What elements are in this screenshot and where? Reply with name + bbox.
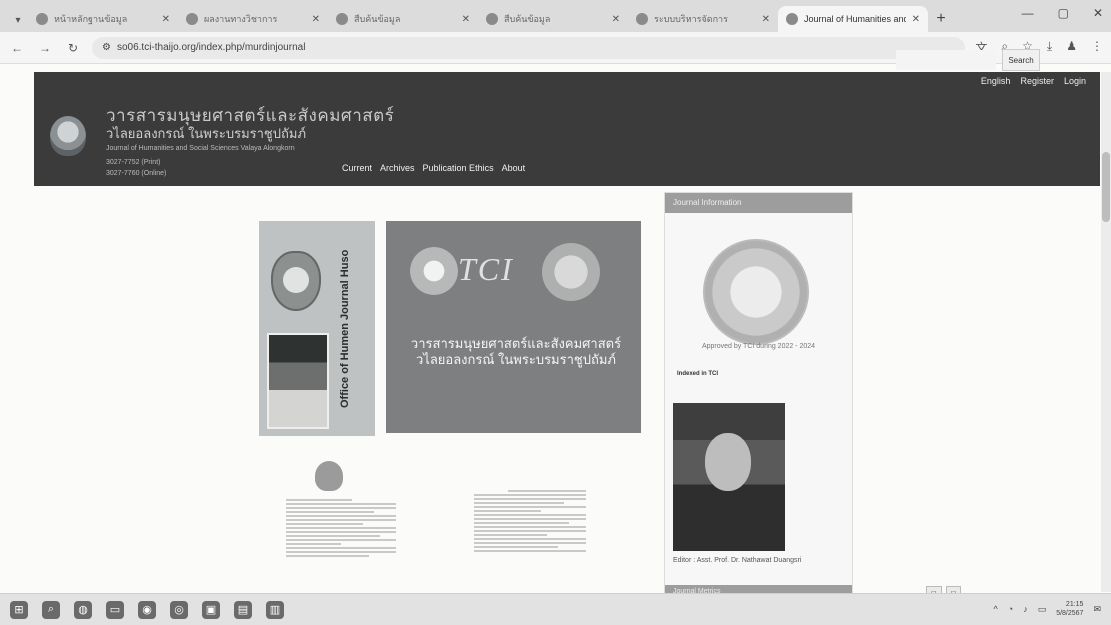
app-icon[interactable]: ▣ [202, 600, 220, 619]
nav-about[interactable]: About [502, 163, 526, 173]
editor-caption: Editor : Asst. Prof. Dr. Nathawat Duangs… [673, 557, 802, 564]
close-tab-icon[interactable]: ✕ [762, 14, 770, 25]
journal-subtitle-th: วไลยอลงกรณ์ ในพระบรมราชูปถัมภ์ [106, 126, 307, 141]
browser-tab[interactable]: สืบค้นข้อมูล ✕ [328, 6, 478, 32]
register-link[interactable]: Register [1020, 76, 1054, 86]
search-button[interactable]: Search [1002, 49, 1040, 71]
app-icon[interactable]: ▤ [234, 600, 252, 619]
favicon-icon [786, 13, 798, 25]
journal-title-en: Journal of Humanities and Social Science… [106, 145, 295, 152]
nav-current[interactable]: Current [342, 163, 372, 173]
language-selector[interactable]: English [981, 76, 1011, 86]
chrome-icon[interactable]: ◎ [170, 600, 188, 619]
close-tab-icon[interactable]: ✕ [312, 14, 320, 25]
chat-icon[interactable]: ◍ [74, 600, 92, 619]
file-explorer-icon[interactable]: ▭ [106, 600, 124, 619]
maximize-icon[interactable]: ▢ [1058, 6, 1069, 20]
browser-tab[interactable]: หน้าหลักฐานข้อมูล ✕ [28, 6, 178, 32]
cover-vertical-text: Office of Humen Journal Huso [339, 249, 351, 409]
journal-cover-banner[interactable]: Office of Humen Journal Huso [259, 221, 375, 436]
browser-tab-active[interactable]: Journal of Humanities and ✕ [778, 6, 928, 32]
main-nav: Current Archives Publication Ethics Abou… [342, 163, 525, 173]
tci-banner-subtitle: วไลยอลงกรณ์ ในพระบรมราชูปถัมภ์ [415, 352, 616, 367]
minimize-icon[interactable]: — [1022, 6, 1034, 20]
download-icon[interactable]: ⤓ [1047, 39, 1052, 56]
browser-tab[interactable]: ผลงานทางวิชาการ ✕ [178, 6, 328, 32]
close-window-icon[interactable]: ✕ [1093, 6, 1103, 20]
back-icon[interactable]: ← [8, 39, 26, 57]
tray-chevron-icon[interactable]: ^ [994, 604, 998, 614]
address-bar[interactable]: ⚙ so06.tci-thaijo.org/index.php/murdinjo… [92, 36, 966, 59]
document-preview-left[interactable] [286, 497, 396, 592]
window-controls: — ▢ ✕ [1022, 6, 1103, 20]
clock[interactable]: 21:15 5/8/2567 [1056, 600, 1083, 618]
tci-logo: TCI [458, 251, 514, 287]
start-icon[interactable]: ⊞ [10, 600, 28, 619]
page-scrollbar[interactable] [1101, 72, 1111, 592]
thai-emblem-icon [315, 461, 343, 491]
url-text: so06.tci-thaijo.org/index.php/murdinjour… [116, 42, 306, 53]
nav-publication-ethics[interactable]: Publication Ethics [423, 163, 494, 173]
reload-icon[interactable]: ↻ [64, 39, 82, 57]
favicon-icon [336, 13, 348, 25]
tci-banner[interactable]: TCI วารสารมนุษยศาสตร์และสังคมศาสตร์ วไลย… [386, 221, 641, 433]
notification-icon[interactable]: ✉ [1093, 604, 1101, 615]
browser-icon[interactable]: ◉ [138, 600, 156, 619]
wifi-icon[interactable]: ◔ [1008, 604, 1013, 614]
browser-tab[interactable]: ระบบบริหารจัดการ ✕ [628, 6, 778, 32]
site-header: วารสารมนุษยศาสตร์และสังคมศาสตร์ วไลยอลงก… [34, 72, 1100, 186]
browser-tab-strip: ▾ หน้าหลักฐานข้อมูล ✕ ผลงานทางวิชาการ ✕ สื… [0, 0, 1111, 32]
editor-photo [673, 403, 785, 551]
login-link[interactable]: Login [1064, 76, 1086, 86]
volume-icon[interactable]: ♪ [1023, 604, 1028, 614]
favicon-icon [36, 13, 48, 25]
close-tab-icon[interactable]: ✕ [612, 14, 620, 25]
forward-icon[interactable]: → [36, 39, 54, 57]
issn-block: 3027-7752 (Print) 3027-7760 (Online) [106, 157, 166, 179]
browser-tab[interactable]: สืบค้นข้อมูล ✕ [478, 6, 628, 32]
indexed-in-tci[interactable]: Indexed in TCI [677, 371, 718, 377]
journal-logo[interactable] [50, 116, 86, 156]
windows-taskbar: ⊞ ⌕ ◍ ▭ ◉ ◎ ▣ ▤ ▥ ^ ◔ ♪ ▭ 21:15 5/8/2567… [0, 593, 1111, 625]
favicon-icon [486, 13, 498, 25]
close-tab-icon[interactable]: ✕ [162, 14, 170, 25]
tci-seal-icon [542, 243, 600, 301]
profile-icon[interactable]: ♟ [1066, 39, 1077, 56]
sidebar-heading: Journal Information [665, 193, 852, 213]
issn-print: 3027-7752 (Print) [106, 159, 161, 166]
globe-icon [410, 247, 458, 295]
close-tab-icon[interactable]: ✕ [912, 14, 920, 25]
tab-search-icon[interactable]: ▾ [8, 8, 28, 32]
scroll-thumb[interactable] [1102, 152, 1110, 222]
university-crest-icon [271, 251, 321, 311]
menu-icon[interactable]: ⋮ [1091, 39, 1103, 56]
app-icon[interactable]: ▥ [266, 600, 284, 619]
favicon-icon [636, 13, 648, 25]
close-tab-icon[interactable]: ✕ [462, 14, 470, 25]
cover-portrait [267, 333, 329, 429]
search-input[interactable] [896, 50, 996, 70]
sidebar-journal-info: Journal Information Approved by TCI duri… [664, 192, 853, 602]
document-preview-right[interactable] [474, 488, 586, 592]
issn-online: 3027-7760 (Online) [106, 170, 167, 177]
favicon-icon [186, 13, 198, 25]
tci-medal-icon [703, 239, 809, 345]
system-tray: ^ ◔ ♪ ▭ 21:15 5/8/2567 ✉ [994, 600, 1101, 618]
user-nav: English Register Login [981, 76, 1086, 86]
tci-approved-text: Approved by TCI during 2022 - 2024 [701, 343, 816, 350]
battery-icon[interactable]: ▭ [1038, 604, 1047, 615]
nav-archives[interactable]: Archives [380, 163, 415, 173]
site-info-icon[interactable]: ⚙ [102, 42, 111, 53]
new-tab-button[interactable]: + [928, 6, 954, 32]
search-icon[interactable]: ⌕ [42, 600, 60, 619]
